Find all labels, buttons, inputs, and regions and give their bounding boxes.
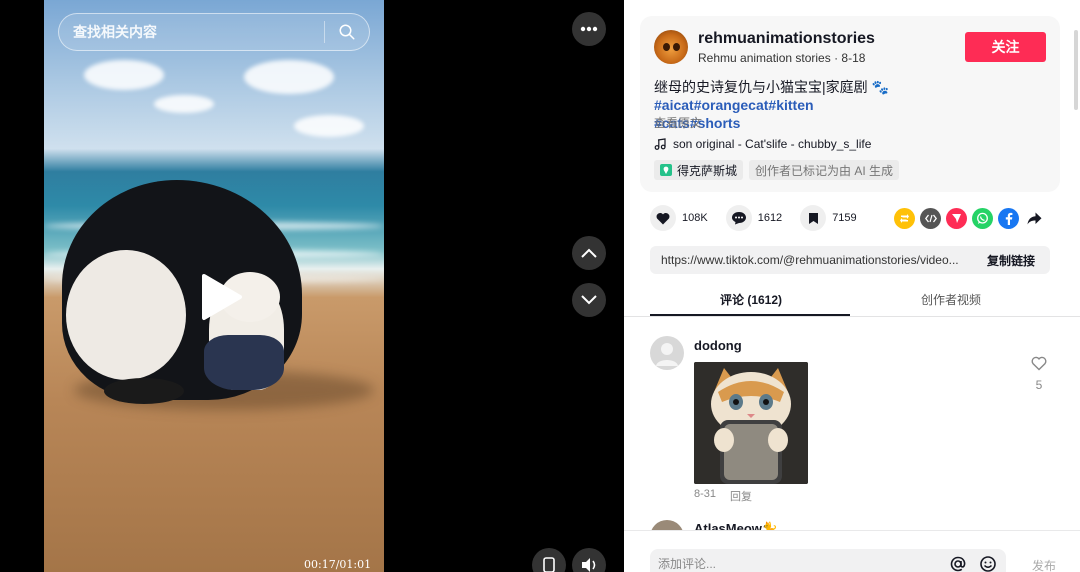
post-date: 8-18 <box>841 51 866 65</box>
video-timecode: 00:17/01:01 <box>304 558 372 571</box>
previous-video-button[interactable] <box>572 236 606 270</box>
active-tab-indicator <box>650 314 850 316</box>
app-root: 00:17/01:01 rehmuanimationstories Rehmu … <box>0 0 1080 572</box>
action-bar: 108K 1612 7159 <box>650 205 875 231</box>
search-bar <box>58 13 370 51</box>
search-input[interactable] <box>59 24 324 40</box>
comment-composer: 发布 <box>624 530 1080 572</box>
post-comment-button[interactable]: 发布 <box>1032 557 1056 572</box>
share-arrow-icon <box>1027 212 1042 225</box>
chevron-down-icon <box>581 295 597 305</box>
hashtag-kitten[interactable]: #kitten <box>768 97 813 113</box>
search-icon <box>339 24 355 40</box>
repost-button[interactable] <box>894 208 915 229</box>
more-options-button[interactable] <box>572 12 606 46</box>
penguin-belly <box>66 250 186 380</box>
cloud <box>294 115 364 137</box>
paw-emoji: 🐾 <box>871 79 889 95</box>
hashtag-orangecat[interactable]: #orangecat <box>694 97 769 113</box>
send-icon <box>952 214 961 223</box>
post-info-card: rehmuanimationstories Rehmu animation st… <box>640 16 1060 192</box>
tab-comments[interactable]: 评论 (1612) <box>720 291 782 308</box>
at-icon <box>950 556 966 572</box>
music-link[interactable]: son original - Cat'slife - chubby_s_life <box>654 137 871 151</box>
music-note-icon <box>654 138 666 150</box>
bookmark-icon <box>808 212 818 224</box>
share-buttons <box>894 208 1045 229</box>
ai-generated-label: 创作者已标记为由 AI 生成 <box>749 160 900 180</box>
facebook-share-button[interactable] <box>998 208 1019 229</box>
like-count: 108K <box>682 212 708 224</box>
play-button[interactable] <box>196 272 246 322</box>
default-avatar-icon <box>656 343 678 366</box>
cloud <box>244 60 334 94</box>
location-label: 得克萨斯城 <box>677 163 738 178</box>
location-chip[interactable]: 得克萨斯城 <box>654 160 744 180</box>
comment-count: 1612 <box>757 212 783 224</box>
comment-button[interactable]: 1612 <box>725 205 783 231</box>
volume-button[interactable] <box>572 548 606 572</box>
post-chips: 得克萨斯城 创作者已标记为由 AI 生成 <box>654 160 900 180</box>
crying-cat-meme-image <box>694 362 808 484</box>
miniplayer-button[interactable] <box>532 548 566 572</box>
author-subtitle: Rehmu animation stories · 8-18 <box>698 51 866 65</box>
send-to-friends-button[interactable] <box>946 208 967 229</box>
whatsapp-share-button[interactable] <box>972 208 993 229</box>
follow-button[interactable]: 关注 <box>965 32 1046 62</box>
more-horizontal-icon <box>580 26 598 32</box>
repost-icon <box>900 214 909 223</box>
comment-bubble-icon <box>731 212 746 225</box>
commenter-username[interactable]: dodong <box>694 338 742 353</box>
facebook-icon <box>1005 212 1012 225</box>
more-share-button[interactable] <box>1024 208 1045 229</box>
play-icon <box>202 274 242 320</box>
location-pin-icon <box>660 164 672 176</box>
chevron-up-icon <box>581 248 597 258</box>
panel-scrollbar[interactable] <box>1074 30 1078 110</box>
copy-link-button[interactable]: 复制链接 <box>972 252 1050 269</box>
video-url[interactable]: https://www.tiktok.com/@rehmuanimationst… <box>650 253 972 267</box>
hashtag-aicat[interactable]: #aicat <box>654 97 694 113</box>
emoji-button[interactable] <box>976 552 1000 572</box>
reply-button[interactable]: 回复 <box>730 488 752 504</box>
smiley-icon <box>980 556 996 572</box>
heart-icon <box>656 212 670 224</box>
comment-input[interactable] <box>650 557 946 571</box>
mention-button[interactable] <box>946 552 970 572</box>
cat-pants <box>204 335 284 390</box>
video-link-bar: https://www.tiktok.com/@rehmuanimationst… <box>650 246 1050 274</box>
description-text: 继母的史诗复仇与小猫宝宝|家庭剧 <box>654 79 868 95</box>
embed-button[interactable] <box>920 208 941 229</box>
whatsapp-icon <box>977 212 988 224</box>
commenter-avatar[interactable] <box>650 336 684 370</box>
comment-like-count: 5 <box>1035 378 1043 392</box>
search-button[interactable] <box>325 14 369 50</box>
comment-input-box <box>650 549 1006 572</box>
details-panel: rehmuanimationstories Rehmu animation st… <box>624 0 1080 572</box>
tab-bar: 评论 (1612) 创作者视频 <box>624 280 1080 317</box>
see-original-link[interactable]: 查看原文 <box>654 114 702 131</box>
tab-creator-videos[interactable]: 创作者视频 <box>921 291 981 308</box>
comment-image[interactable] <box>694 362 808 484</box>
post-description: 继母的史诗复仇与小猫宝宝|家庭剧 🐾 #aicat#orangecat#kitt… <box>654 78 1050 132</box>
embed-icon <box>924 214 937 223</box>
author-display-name: Rehmu animation stories <box>698 51 831 65</box>
music-title: son original - Cat'slife - chubby_s_life <box>673 137 872 151</box>
speaker-icon <box>582 558 596 572</box>
cloud <box>154 95 214 113</box>
save-count: 7159 <box>832 212 857 224</box>
next-video-button[interactable] <box>572 283 606 317</box>
like-button[interactable]: 108K <box>650 205 708 231</box>
cloud <box>84 60 164 90</box>
author-username[interactable]: rehmuanimationstories <box>698 30 875 48</box>
penguin-feet <box>104 378 184 404</box>
save-button[interactable]: 7159 <box>800 205 857 231</box>
comment-like[interactable]: 5 <box>1029 356 1049 392</box>
comment-date: 8-31 <box>694 488 717 500</box>
phone-icon <box>543 557 555 572</box>
comment-meta: 8-31 回复 <box>694 488 752 504</box>
heart-outline-icon <box>1031 356 1047 371</box>
author-avatar[interactable] <box>654 30 688 64</box>
video-area: 00:17/01:01 <box>0 0 624 572</box>
